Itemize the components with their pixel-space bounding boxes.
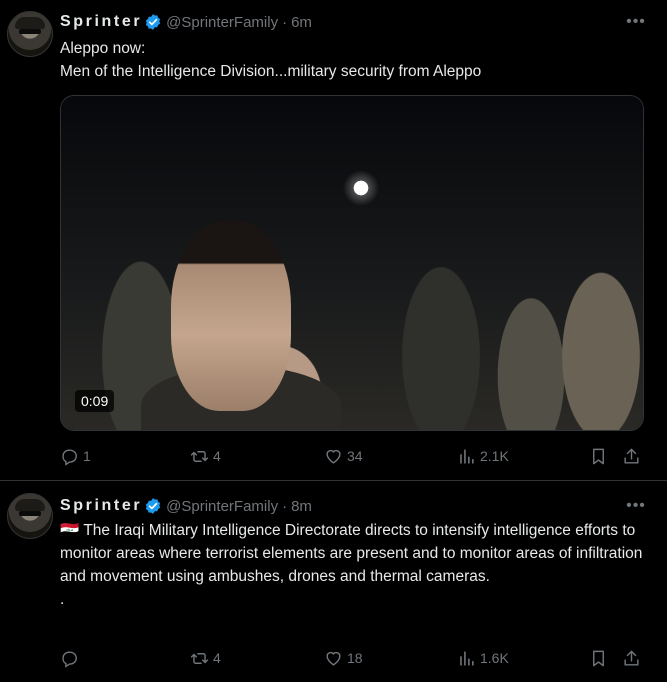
avatar[interactable] xyxy=(7,493,53,539)
author-handle[interactable]: @SprinterFamily xyxy=(166,498,278,515)
reply-icon xyxy=(62,650,77,668)
views-button[interactable]: 2.1K xyxy=(457,444,509,468)
share-button[interactable] xyxy=(622,646,641,670)
verified-badge-icon xyxy=(146,498,161,514)
verified-badge-icon xyxy=(146,14,161,30)
repost-count: 4 xyxy=(213,448,221,464)
repost-count: 4 xyxy=(213,650,221,666)
like-icon xyxy=(326,449,341,464)
share-icon xyxy=(624,650,639,666)
like-count: 18 xyxy=(347,650,363,666)
video-face xyxy=(171,221,291,411)
video-thumbnail xyxy=(61,96,643,430)
action-bar: 4 18 1.6K xyxy=(60,646,650,670)
more-icon[interactable]: ••• xyxy=(625,498,647,519)
repost-icon xyxy=(190,450,209,462)
tweet-header: Sprinter @SprinterFamily · 8m xyxy=(60,495,312,517)
action-bar: 1 4 34 2.1K xyxy=(60,444,650,468)
tweet-header: Sprinter @SprinterFamily · 6m xyxy=(60,11,312,33)
video-player[interactable]: 0:09 xyxy=(60,95,644,431)
author-name[interactable]: Sprinter xyxy=(60,497,142,515)
author-name[interactable]: Sprinter xyxy=(60,13,142,31)
bookmark-button[interactable] xyxy=(589,444,608,468)
tweet-text: 🇮🇶 The Iraqi Military Intelligence Direc… xyxy=(60,522,643,608)
bookmark-icon xyxy=(593,448,604,464)
separator: · xyxy=(282,497,288,515)
share-icon xyxy=(624,448,639,464)
repost-icon xyxy=(190,652,209,664)
views-icon xyxy=(460,448,474,464)
like-button[interactable]: 34 xyxy=(324,444,363,468)
tweet[interactable]: Sprinter @SprinterFamily · 8m ••• 🇮🇶 The… xyxy=(0,481,667,682)
more-icon[interactable]: ••• xyxy=(625,14,647,35)
timestamp[interactable]: 8m xyxy=(291,498,312,515)
avatar[interactable] xyxy=(7,11,53,57)
reply-icon xyxy=(62,448,77,466)
views-count: 1.6K xyxy=(480,650,509,666)
separator: · xyxy=(282,13,288,31)
video-duration: 0:09 xyxy=(75,390,115,412)
tweet-text: Aleppo now: Men of the Intelligence Divi… xyxy=(60,40,482,80)
repost-button[interactable]: 4 xyxy=(190,444,221,468)
tweet[interactable]: Sprinter @SprinterFamily · 6m ••• Aleppo… xyxy=(0,0,667,480)
reply-button[interactable]: 1 xyxy=(60,444,91,468)
like-button[interactable]: 18 xyxy=(324,646,363,670)
timestamp[interactable]: 6m xyxy=(291,14,312,31)
reply-count: 1 xyxy=(83,448,91,464)
share-button[interactable] xyxy=(622,444,641,468)
views-icon xyxy=(460,650,474,666)
bookmark-button[interactable] xyxy=(589,646,608,670)
bookmark-icon xyxy=(593,650,604,666)
like-count: 34 xyxy=(347,448,363,464)
views-count: 2.1K xyxy=(480,448,509,464)
repost-button[interactable]: 4 xyxy=(190,646,221,670)
author-handle[interactable]: @SprinterFamily xyxy=(166,14,278,31)
reply-button[interactable] xyxy=(60,646,83,670)
views-button[interactable]: 1.6K xyxy=(457,646,509,670)
like-icon xyxy=(326,651,341,666)
